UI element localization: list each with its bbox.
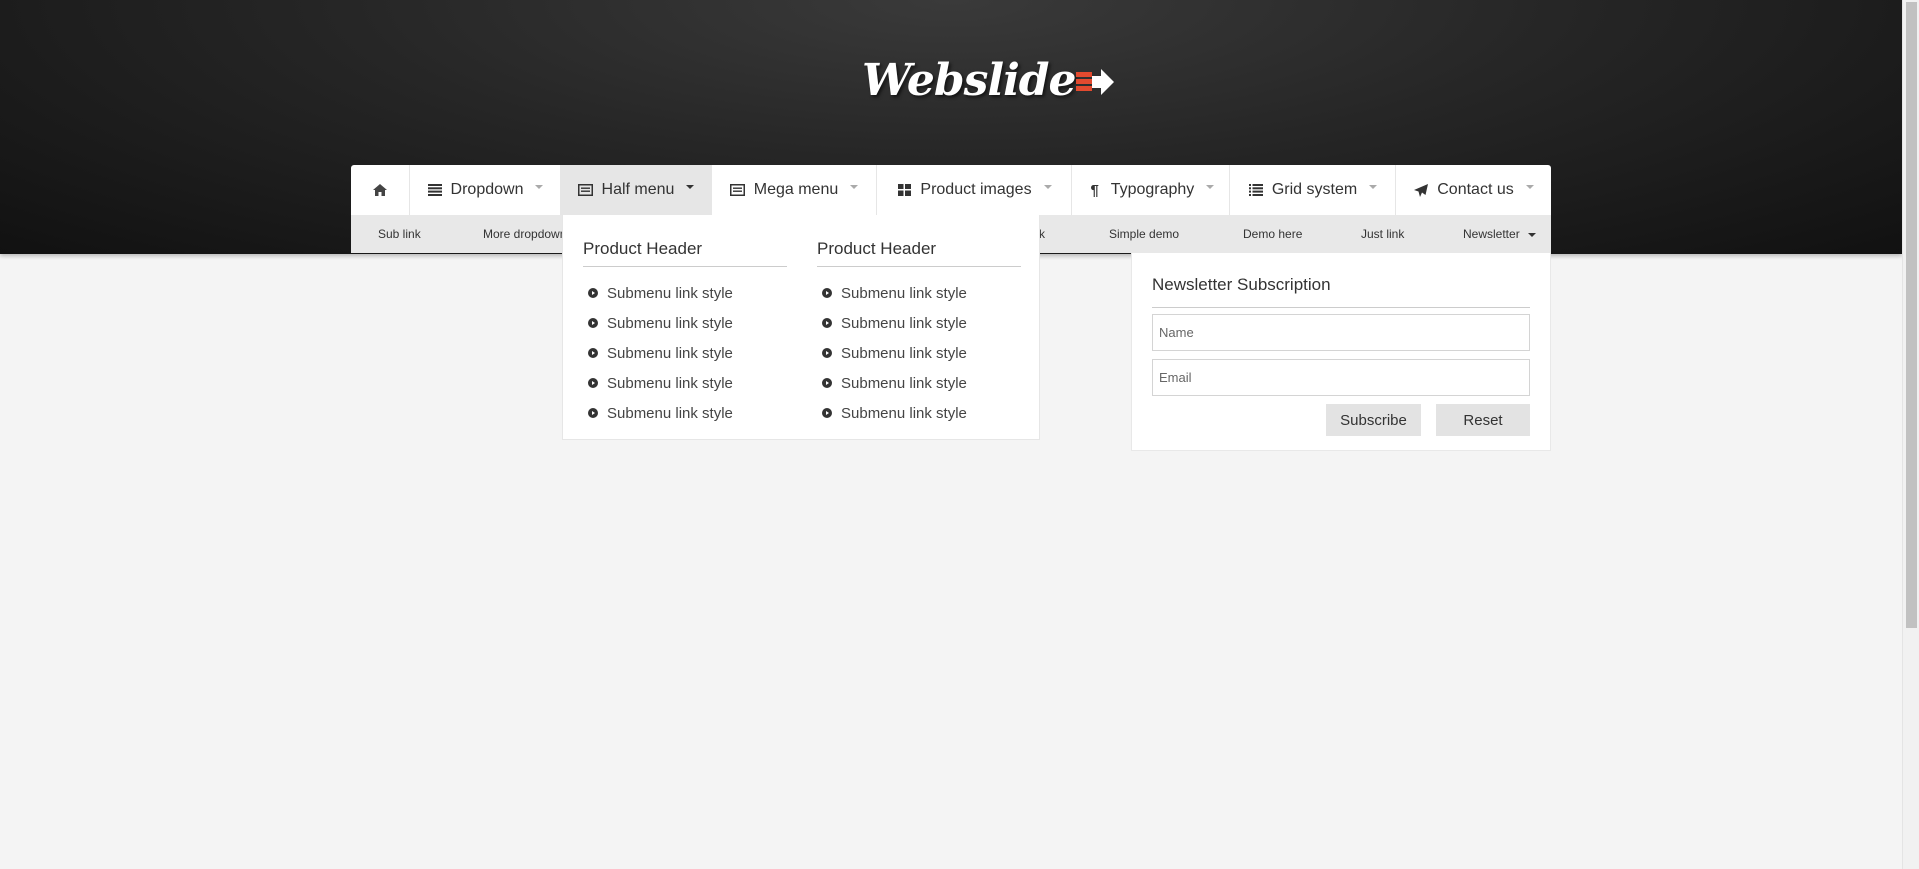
chevron-down-icon bbox=[1525, 185, 1534, 189]
submenu-link[interactable]: Submenu link style bbox=[583, 338, 787, 368]
newsletter-label: Newsletter bbox=[1463, 227, 1520, 241]
site-logo[interactable]: Webslide bbox=[862, 50, 1116, 110]
nav-label-grid-system: Grid system bbox=[1271, 181, 1358, 198]
nav-item-product-images[interactable]: Product images bbox=[877, 165, 1072, 215]
nav-item-half-menu[interactable]: Half menu bbox=[561, 165, 712, 215]
circle-arrow-icon bbox=[588, 288, 598, 298]
reset-button[interactable]: Reset bbox=[1436, 404, 1530, 436]
chevron-down-icon bbox=[1043, 185, 1052, 189]
sub-link-newsletter[interactable]: Newsletter bbox=[1463, 227, 1536, 241]
chevron-down-icon bbox=[686, 185, 695, 189]
subscribe-button[interactable]: Subscribe bbox=[1326, 404, 1421, 436]
sub-link-simple-demo[interactable]: Simple demo bbox=[1109, 227, 1179, 241]
nav-label-product-images: Product images bbox=[920, 181, 1032, 198]
main-navigation: Dropdown Half menu Mega menu Product ima… bbox=[351, 165, 1551, 215]
home-icon bbox=[373, 184, 387, 196]
submenu-link[interactable]: Submenu link style bbox=[817, 338, 1021, 368]
circle-arrow-icon bbox=[822, 318, 832, 328]
half-menu-column: Product Header Submenu link style Submen… bbox=[817, 239, 1021, 428]
submenu-link[interactable]: Submenu link style bbox=[583, 368, 787, 398]
submenu-link-label: Submenu link style bbox=[607, 374, 733, 392]
circle-arrow-icon bbox=[588, 318, 598, 328]
nav-item-mega-menu[interactable]: Mega menu bbox=[712, 165, 877, 215]
chevron-down-icon bbox=[535, 185, 544, 189]
nav-label-typography: Typography bbox=[1110, 181, 1195, 198]
nav-label-contact-us: Contact us bbox=[1437, 181, 1514, 198]
sub-link-demo-here[interactable]: Demo here bbox=[1243, 227, 1302, 241]
submenu-link-label: Submenu link style bbox=[841, 284, 967, 302]
newsletter-title: Newsletter Subscription bbox=[1152, 275, 1530, 308]
nav-item-contact-us[interactable]: Contact us bbox=[1396, 165, 1551, 215]
nav-label-dropdown: Dropdown bbox=[450, 181, 524, 198]
submenu-link-label: Submenu link style bbox=[607, 314, 733, 332]
card-icon bbox=[730, 183, 746, 197]
submenu-link[interactable]: Submenu link style bbox=[583, 308, 787, 338]
submenu-link-label: Submenu link style bbox=[841, 404, 967, 422]
sub-link-more-dropdown[interactable]: More dropdown bbox=[483, 227, 566, 241]
nav-item-grid-system[interactable]: Grid system bbox=[1230, 165, 1396, 215]
name-input[interactable] bbox=[1152, 314, 1530, 351]
half-menu-dropdown: Product Header Submenu link style Submen… bbox=[562, 215, 1040, 440]
circle-arrow-icon bbox=[822, 348, 832, 358]
circle-arrow-icon bbox=[588, 408, 598, 418]
chevron-down-icon bbox=[1369, 185, 1378, 189]
nav-label-half-menu: Half menu bbox=[601, 181, 675, 198]
logo-arrow-icon bbox=[1075, 69, 1114, 95]
submenu-link-label: Submenu link style bbox=[841, 314, 967, 332]
submenu-link[interactable]: Submenu link style bbox=[817, 308, 1021, 338]
paper-plane-icon bbox=[1413, 183, 1429, 197]
circle-arrow-icon bbox=[822, 378, 832, 388]
nav-label-mega-menu: Mega menu bbox=[753, 181, 839, 198]
newsletter-panel: Newsletter Subscription Subscribe Reset bbox=[1131, 253, 1551, 451]
product-header: Product Header bbox=[817, 239, 1021, 267]
half-menu-column: Product Header Submenu link style Submen… bbox=[583, 239, 787, 428]
chevron-down-icon bbox=[850, 185, 859, 189]
product-header: Product Header bbox=[583, 239, 787, 267]
card-icon bbox=[578, 183, 594, 197]
nav-item-dropdown[interactable]: Dropdown bbox=[410, 165, 561, 215]
submenu-link[interactable]: Submenu link style bbox=[583, 278, 787, 308]
email-input[interactable] bbox=[1152, 359, 1530, 396]
scrollbar-thumb[interactable] bbox=[1906, 2, 1917, 628]
circle-arrow-icon bbox=[822, 288, 832, 298]
submenu-link[interactable]: Submenu link style bbox=[817, 368, 1021, 398]
circle-arrow-icon bbox=[588, 378, 598, 388]
submenu-link[interactable]: Submenu link style bbox=[817, 278, 1021, 308]
list-bullets-icon bbox=[1248, 183, 1264, 197]
paragraph-icon: ¶ bbox=[1090, 181, 1099, 199]
circle-arrow-icon bbox=[822, 408, 832, 418]
logo-text: Webslide bbox=[862, 54, 1077, 106]
sub-link-just-link[interactable]: Just link bbox=[1361, 227, 1404, 241]
list-icon bbox=[427, 183, 443, 197]
grid-icon bbox=[896, 183, 912, 197]
circle-arrow-icon bbox=[588, 348, 598, 358]
nav-item-typography[interactable]: ¶ Typography bbox=[1072, 165, 1230, 215]
submenu-link-label: Submenu link style bbox=[841, 344, 967, 362]
sub-link[interactable]: Sub link bbox=[378, 227, 421, 241]
submenu-link-label: Submenu link style bbox=[607, 344, 733, 362]
submenu-link[interactable]: Submenu link style bbox=[817, 398, 1021, 428]
submenu-link-label: Submenu link style bbox=[607, 284, 733, 302]
nav-item-home[interactable] bbox=[351, 165, 410, 215]
submenu-link[interactable]: Submenu link style bbox=[583, 398, 787, 428]
caret-down-icon bbox=[1527, 232, 1536, 237]
submenu-link-label: Submenu link style bbox=[841, 374, 967, 392]
vertical-scrollbar[interactable] bbox=[1902, 0, 1919, 869]
submenu-link-label: Submenu link style bbox=[607, 404, 733, 422]
chevron-down-icon bbox=[1206, 185, 1215, 189]
